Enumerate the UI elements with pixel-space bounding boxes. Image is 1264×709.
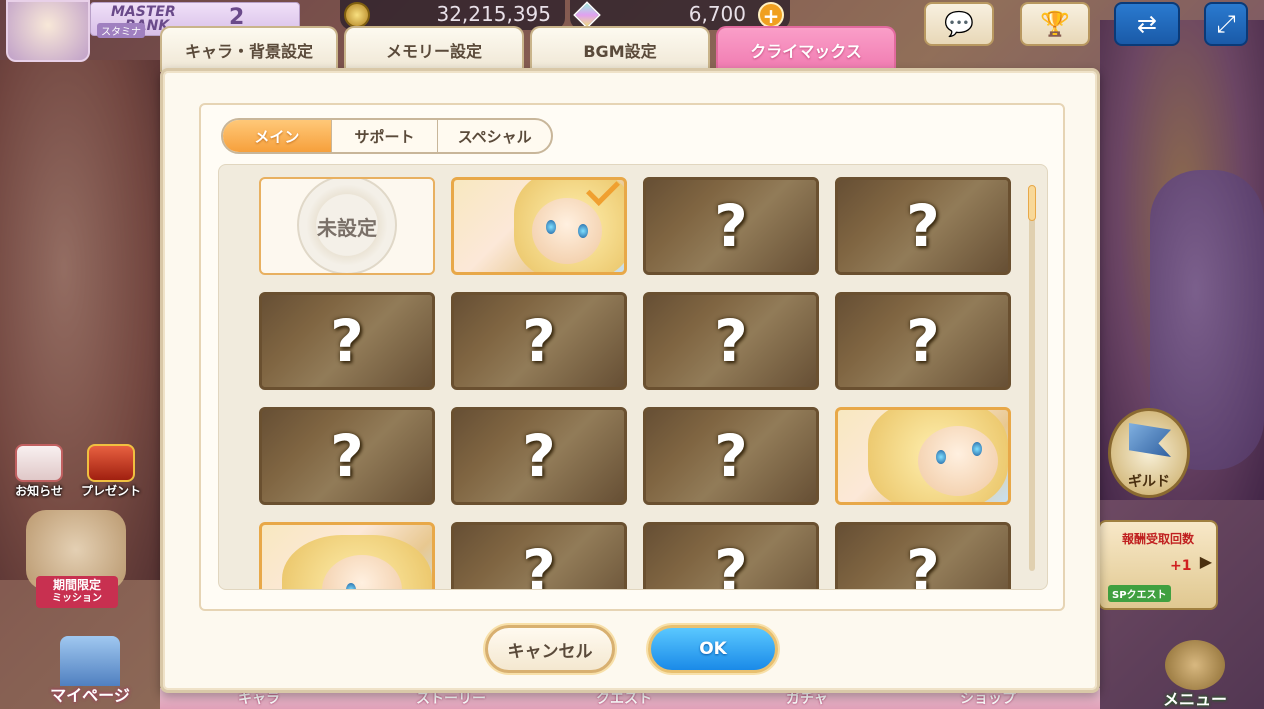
chat-button[interactable]: 💬 xyxy=(924,2,994,46)
climax-tile-unlocked[interactable] xyxy=(259,522,435,589)
climax-tile-locked[interactable]: ? xyxy=(643,292,819,390)
tile-art-eye xyxy=(578,224,588,238)
add-gems-button[interactable]: + xyxy=(758,2,784,28)
question-mark-icon: ? xyxy=(330,307,364,375)
stamina-label: スタミナ xyxy=(97,23,145,38)
question-mark-icon: ? xyxy=(714,422,748,490)
question-mark-icon: ? xyxy=(522,422,556,490)
tile-art-eye xyxy=(346,583,356,589)
present-label: プレゼント xyxy=(80,484,141,498)
question-mark-icon: ? xyxy=(522,537,556,590)
limited-mission-label-line1: 期間限定 xyxy=(52,578,101,592)
player-avatar[interactable] xyxy=(6,0,90,62)
tab-chara-background-settings[interactable]: キャラ・背景設定 xyxy=(160,26,338,72)
climax-tile-locked[interactable]: ? xyxy=(259,292,435,390)
my-page-button[interactable]: マイページ xyxy=(30,636,150,706)
climax-tile-locked[interactable]: ? xyxy=(835,292,1011,390)
tab-bgm-settings[interactable]: BGM設定 xyxy=(530,26,710,72)
category-subtabs: メイン サポート スペシャル xyxy=(221,118,553,154)
fullscreen-button[interactable]: ⤢ xyxy=(1204,2,1248,46)
tab-memory-settings[interactable]: メモリー設定 xyxy=(344,26,524,72)
limited-mission-label: 期間限定 ミッション xyxy=(36,576,118,608)
dialog-tabs: キャラ・背景設定 メモリー設定 BGM設定 クライマックス xyxy=(160,26,900,72)
limited-mission-label-line2: ミッション xyxy=(52,593,102,604)
coin-value: 32,215,395 xyxy=(436,2,551,26)
cancel-button[interactable]: キャンセル xyxy=(485,625,615,673)
guild-flag-icon xyxy=(1129,423,1171,457)
bag-icon xyxy=(1165,640,1225,690)
sp-quest-label: SPクエスト xyxy=(1108,585,1171,602)
master-rank-label-line1: MASTER xyxy=(111,4,176,20)
climax-tile-locked[interactable]: ? xyxy=(451,522,627,590)
chat-bubble-icon: 💬 xyxy=(944,10,974,38)
question-mark-icon: ? xyxy=(714,192,748,260)
climax-settings-dialog: メイン サポート スペシャル 未設定 ? ? ? ? ? ? ? ? ? ? ?… xyxy=(160,68,1100,693)
climax-tile-locked[interactable]: ? xyxy=(643,407,819,505)
tile-art-eye xyxy=(936,450,946,464)
gem-value: 6,700 xyxy=(688,2,746,26)
my-page-label: マイページ xyxy=(50,686,130,705)
subtab-support[interactable]: サポート xyxy=(332,120,439,152)
climax-tile-locked[interactable]: ? xyxy=(451,407,627,505)
menu-label: メニュー xyxy=(1162,690,1227,709)
tile-art-face xyxy=(532,198,602,264)
notice-button[interactable]: お知らせ xyxy=(4,444,74,504)
climax-tile-selected[interactable] xyxy=(451,177,627,275)
unset-label: 未設定 xyxy=(317,215,377,240)
ok-button[interactable]: OK xyxy=(648,625,778,673)
treasure-chest-icon xyxy=(87,444,135,482)
tile-art-eye xyxy=(972,442,982,456)
subtab-special[interactable]: スペシャル xyxy=(438,120,551,152)
subtab-main[interactable]: メイン xyxy=(223,120,332,152)
grid-scrollbar-thumb[interactable] xyxy=(1028,185,1036,221)
climax-tile-locked[interactable]: ? xyxy=(259,407,435,505)
question-mark-icon: ? xyxy=(522,307,556,375)
gem-icon xyxy=(573,1,601,29)
present-button[interactable]: プレゼント xyxy=(76,444,146,504)
dialog-inner-frame: メイン サポート スペシャル 未設定 ? ? ? ? ? ? ? ? ? ? ?… xyxy=(199,103,1065,611)
trophy-icon: 🏆 xyxy=(1040,10,1070,38)
envelope-icon xyxy=(15,444,63,482)
climax-tile-unset[interactable]: 未設定 xyxy=(259,177,435,275)
character-switch-button[interactable]: ⇄ xyxy=(1114,2,1180,46)
climax-tile-locked[interactable]: ? xyxy=(835,522,1011,590)
question-mark-icon: ? xyxy=(906,307,940,375)
question-mark-icon: ? xyxy=(906,192,940,260)
guild-button[interactable]: ギルド xyxy=(1108,408,1190,498)
tile-art-eye xyxy=(546,220,556,234)
trophy-button[interactable]: 🏆 xyxy=(1020,2,1090,46)
question-mark-icon: ? xyxy=(330,422,364,490)
sp-quest-reward-count-label: 報酬受取回数 xyxy=(1121,532,1194,546)
question-mark-icon: ? xyxy=(714,307,748,375)
guild-label: ギルド xyxy=(1128,474,1170,490)
fullscreen-icon: ⤢ xyxy=(1216,10,1236,38)
tab-climax[interactable]: クライマックス xyxy=(716,26,896,72)
character-switch-icon: ⇄ xyxy=(1136,10,1158,38)
grid-scrollbar[interactable] xyxy=(1028,185,1036,571)
sp-quest-plus: +1 xyxy=(1170,558,1192,574)
arrow-right-icon: ▶ xyxy=(1199,552,1212,571)
climax-tile-unlocked[interactable] xyxy=(835,407,1011,505)
question-mark-icon: ? xyxy=(714,537,748,590)
climax-tile-locked[interactable]: ? xyxy=(835,177,1011,275)
castle-icon xyxy=(60,636,120,686)
menu-button[interactable]: メニュー xyxy=(1130,640,1260,709)
climax-tile-locked[interactable]: ? xyxy=(643,522,819,590)
notice-label: お知らせ xyxy=(15,484,63,498)
question-mark-icon: ? xyxy=(906,537,940,590)
tile-art-face xyxy=(918,426,998,496)
climax-tile-locked[interactable]: ? xyxy=(643,177,819,275)
coin-icon xyxy=(344,2,370,28)
limited-mission-button[interactable]: 期間限定 ミッション xyxy=(6,510,146,620)
climax-tile-locked[interactable]: ? xyxy=(451,292,627,390)
sp-quest-button[interactable]: 報酬受取回数 +1 SPクエスト ▶ xyxy=(1098,520,1218,610)
climax-grid-panel: 未設定 ? ? ? ? ? ? ? ? ? ? ? ? xyxy=(218,164,1048,590)
